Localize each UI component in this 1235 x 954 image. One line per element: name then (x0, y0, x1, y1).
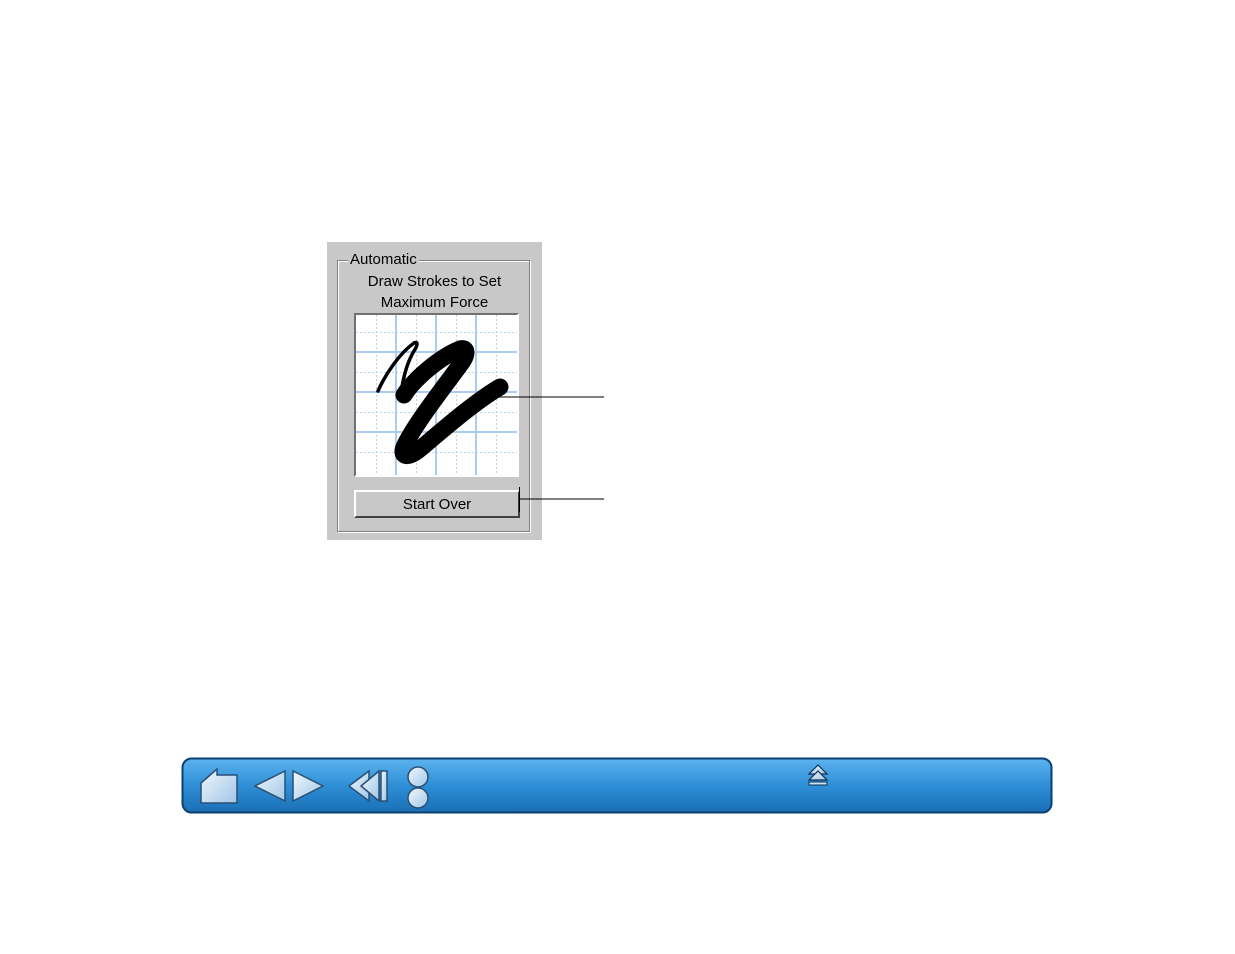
drawing-canvas[interactable] (354, 313, 519, 477)
next-page-icon[interactable] (291, 769, 325, 803)
instruction-line-1: Draw Strokes to Set (367, 273, 502, 290)
canvas-grid (356, 315, 517, 475)
previous-page-icon[interactable] (253, 769, 287, 803)
back-icon[interactable] (347, 769, 391, 803)
top-of-section-icon[interactable] (807, 763, 829, 787)
heavy-pen-stroke (394, 340, 509, 464)
navigation-bar (181, 757, 1053, 814)
group-title: Automatic (348, 251, 419, 269)
start-over-button[interactable]: Start Over (354, 490, 520, 518)
home-icon[interactable] (199, 767, 239, 805)
pressure-settings-panel: Automatic Draw Strokes to Set Maximum Fo… (327, 242, 542, 540)
contents-index-icon[interactable] (405, 765, 431, 809)
instruction-line-2: Maximum Force (380, 294, 489, 311)
